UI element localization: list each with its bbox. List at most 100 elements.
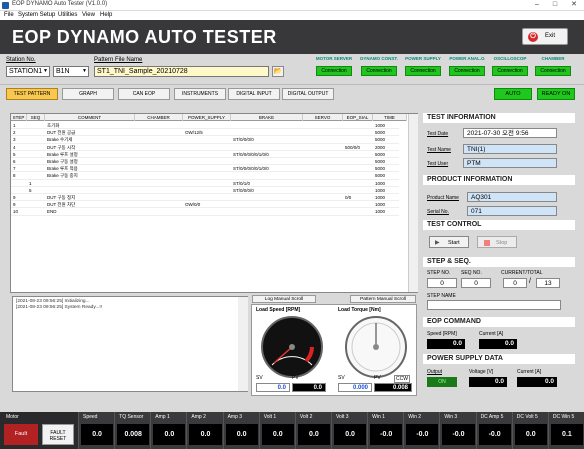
speed-gauge-title: Load Speed [RPM] bbox=[256, 307, 301, 313]
measurement-value: 0.008 bbox=[117, 424, 150, 445]
table-cell: 1 bbox=[13, 123, 16, 128]
table-row[interactable]: 9 DUT 구동 정지 0/0 1000 bbox=[11, 194, 399, 202]
table-cell: 500/0/0 bbox=[345, 144, 361, 150]
tab-graph[interactable]: GRAPH bbox=[62, 88, 114, 100]
tab-digital-output[interactable]: DIGITAL OUTPUT bbox=[282, 88, 334, 100]
torque-sv-value: 0.000 bbox=[338, 383, 372, 392]
start-button[interactable]: ▶ Start bbox=[429, 236, 469, 248]
serial-no-field[interactable]: 071 bbox=[467, 206, 557, 216]
measurement-cell: Win 2 -0.0 bbox=[403, 412, 440, 449]
test-name-field[interactable]: TNI(1) bbox=[463, 144, 557, 154]
table-row[interactable]: 1 ST/0/1/0 1000 bbox=[11, 180, 399, 187]
conn-label-oscilloscope: OSCILLOSCOP bbox=[493, 56, 527, 61]
menu-system-setup[interactable]: System Setup bbox=[18, 11, 55, 20]
table-cell: 1000 bbox=[375, 123, 386, 128]
product-name-field[interactable]: AQ301 bbox=[467, 192, 557, 202]
seq-no-field: 0 bbox=[461, 278, 491, 288]
conn-button-analyzer[interactable]: Connection bbox=[449, 66, 485, 76]
log-scrollbar[interactable] bbox=[238, 297, 248, 391]
ccw-indicator: CCW bbox=[394, 375, 410, 383]
folder-open-icon[interactable]: 📂 bbox=[272, 66, 284, 77]
speed-pv-label: PV bbox=[292, 375, 299, 381]
table-cell: 0/0 bbox=[345, 195, 352, 200]
ready-on-button[interactable]: READY ON bbox=[537, 88, 575, 100]
slash-separator: / bbox=[529, 278, 531, 285]
menu-view[interactable]: View bbox=[82, 11, 95, 20]
table-cell: 8 bbox=[13, 173, 16, 179]
tab-test-pattern[interactable]: TEST PATTERN bbox=[6, 88, 58, 100]
table-cell: 2000 bbox=[375, 144, 386, 150]
stop-button[interactable]: Stop bbox=[477, 236, 517, 248]
stop-label: Stop bbox=[496, 240, 508, 246]
conn-button-power[interactable]: Connection bbox=[405, 66, 441, 76]
table-row[interactable]: 5 ST/0/0/0/0 1000 bbox=[11, 187, 399, 194]
pattern-manual-scroll-button[interactable]: Pattern Manual Scroll bbox=[350, 295, 416, 303]
product-name-label: Product Name bbox=[427, 195, 459, 201]
window-title: EOP DYNAMO Auto Tester (V1.0.0) bbox=[12, 1, 108, 7]
conn-label-analyzer: POWER ANAL.G bbox=[449, 56, 485, 61]
ps-current-label: Current [A] bbox=[517, 369, 542, 375]
table-row[interactable]: 4 DUT 구동 시작 500/0/0 2000 bbox=[11, 144, 399, 151]
close-icon[interactable]: ✕ bbox=[565, 0, 583, 10]
table-row[interactable]: 1 초기화 1000 bbox=[11, 122, 399, 130]
test-user-field[interactable]: PTM bbox=[463, 158, 557, 168]
ps-output-toggle[interactable]: ON bbox=[427, 377, 457, 387]
speed-gauge bbox=[261, 316, 323, 378]
station-select[interactable]: STATION1 ▼ bbox=[6, 66, 50, 77]
grid-header-cell: POWER_SUPPLY bbox=[183, 114, 231, 121]
table-row[interactable]: 2 DUT 전원 공급 OW/12/5 5000 bbox=[11, 129, 399, 137]
log-manual-scroll-button[interactable]: Log Manual Scroll bbox=[252, 295, 316, 303]
tab-can-eop[interactable]: CAN EOP bbox=[118, 88, 170, 100]
table-row[interactable]: 10 END 1000 bbox=[11, 208, 399, 216]
motor-panel: Motor Fault FAULT RESET bbox=[0, 412, 78, 449]
grid-scrollbar[interactable] bbox=[408, 114, 418, 292]
measurement-value: -0.0 bbox=[406, 424, 439, 445]
pattern-grid[interactable]: STEP SEQ COMMENT CHAMBER POWER_SUPPLY BR… bbox=[10, 113, 418, 293]
eop-command-header: EOP COMMAND bbox=[423, 317, 575, 327]
measurement-value: 0.0 bbox=[189, 424, 222, 445]
total-steps-field: 13 bbox=[536, 278, 560, 288]
measurement-value: 0.0 bbox=[261, 424, 294, 445]
grid-header-cell: SERVO bbox=[303, 114, 343, 121]
table-row[interactable]: 6 Brake 구동 설정 5000 bbox=[11, 158, 399, 166]
table-row[interactable]: 7 Brake 루프 적용 ST/0/0/0/0/0/1/0/0 5000 bbox=[11, 165, 399, 173]
measurement-cell: Volt 3 0.0 bbox=[331, 412, 368, 449]
speed-pv-value: 0.0 bbox=[292, 383, 326, 392]
table-row[interactable]: 5 Brake 루프 설정 ST/0/0/0/0/0/1/0/0 5000 bbox=[11, 151, 399, 158]
pattern-file-field[interactable]: ST1_TNI_Sample_20210728 bbox=[94, 66, 269, 77]
fault-reset-button[interactable]: FAULT RESET bbox=[42, 424, 74, 445]
table-cell: ST/0/1/0 bbox=[233, 180, 251, 186]
menu-file[interactable]: File bbox=[4, 11, 14, 20]
station-value: STATION1 bbox=[9, 68, 43, 75]
conn-button-chamber[interactable]: Connection bbox=[535, 66, 571, 76]
table-row[interactable]: 9 DUT 전원 차단 OW/0/0 1000 bbox=[11, 201, 399, 209]
channel-select[interactable]: B1N ▼ bbox=[53, 66, 89, 77]
table-row[interactable]: 8 Brake 구동 중지 5000 bbox=[11, 172, 399, 180]
eop-speed-label: Speed [RPM] bbox=[427, 331, 457, 337]
auto-button[interactable]: AUTO bbox=[494, 88, 532, 100]
maximize-icon[interactable]: □ bbox=[546, 0, 564, 10]
table-row[interactable]: 3 Brake 수기세 ST/0/0/0/0 5000 bbox=[11, 136, 399, 144]
exit-button[interactable]: ⏻ Exit bbox=[522, 28, 568, 45]
conn-button-motor[interactable]: Connection bbox=[316, 66, 352, 76]
measurement-label: Volt 3 bbox=[336, 414, 349, 420]
stop-icon bbox=[484, 240, 490, 246]
table-cell: 10 bbox=[13, 209, 19, 215]
serial-no-label: Serial No. bbox=[427, 209, 449, 215]
conn-button-oscilloscope[interactable]: Connection bbox=[492, 66, 528, 76]
measurement-cell: Amp 3 0.0 bbox=[222, 412, 259, 449]
table-cell: 4 bbox=[13, 144, 16, 150]
menu-utilities[interactable]: Utilities bbox=[58, 11, 77, 20]
conn-label-motor: MOTOR SERVER bbox=[315, 56, 353, 61]
measurement-bar: Motor Fault FAULT RESET Speed 0.0 TQ Senso… bbox=[0, 412, 584, 449]
table-cell: 7 bbox=[13, 166, 16, 172]
menu-help[interactable]: Help bbox=[100, 11, 112, 20]
torque-gauge bbox=[345, 316, 407, 378]
test-date-label: Test Date bbox=[427, 131, 449, 137]
tab-digital-input[interactable]: DIGITAL INPUT bbox=[228, 88, 280, 100]
tab-instruments[interactable]: INSTRUMENTS bbox=[174, 88, 226, 100]
conn-button-dynamo[interactable]: Connection bbox=[361, 66, 397, 76]
speed-sv-value: 0.0 bbox=[256, 383, 290, 392]
table-cell: Brake 수기세 bbox=[47, 137, 73, 143]
minimize-icon[interactable]: – bbox=[528, 0, 546, 10]
